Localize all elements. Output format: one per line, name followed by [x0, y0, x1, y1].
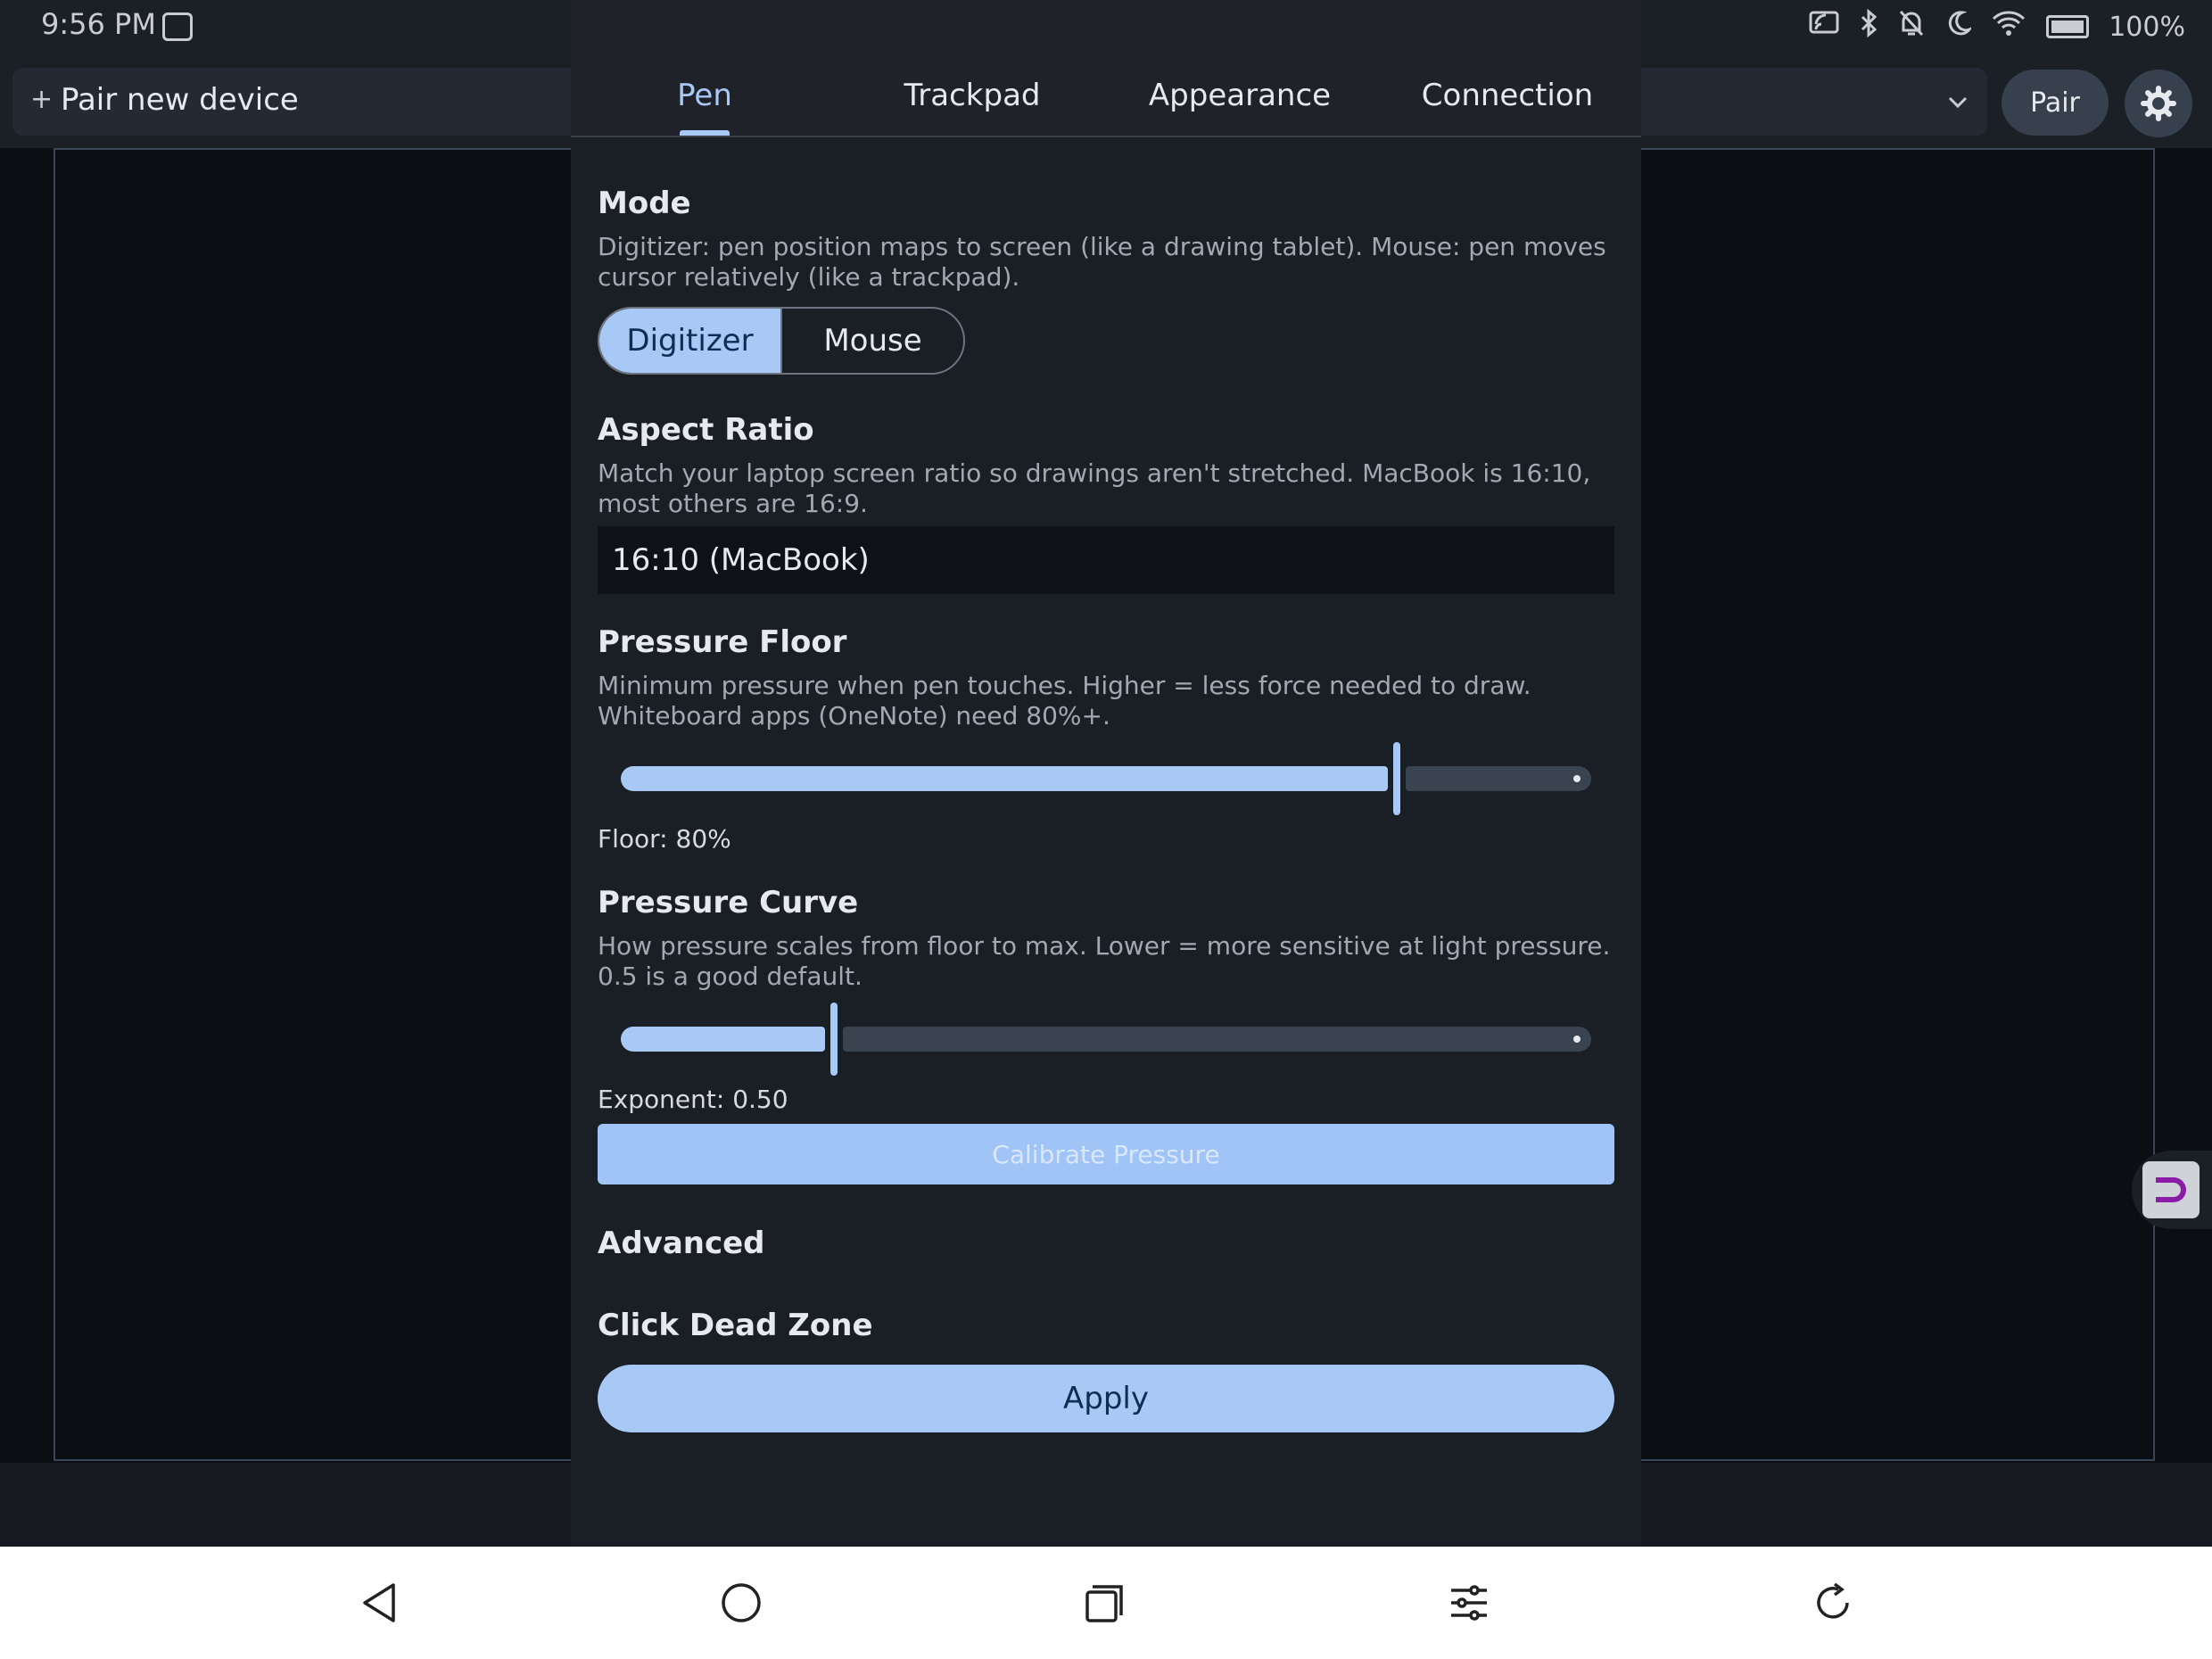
back-icon[interactable]: [357, 1581, 401, 1625]
calibrate-pressure-button[interactable]: Calibrate Pressure: [598, 1124, 1614, 1184]
battery-percent: 100%: [2109, 11, 2185, 43]
tab-connection[interactable]: Connection: [1374, 55, 1641, 136]
aspect-ratio-title: Aspect Ratio: [598, 412, 814, 448]
plus-icon: +: [30, 84, 54, 115]
pressure-floor-description: Minimum pressure when pen touches. Highe…: [598, 671, 1531, 730]
tab-trackpad[interactable]: Trackpad: [838, 55, 1106, 136]
slider-thumb[interactable]: [1393, 742, 1400, 815]
home-icon[interactable]: [719, 1581, 763, 1625]
mode-description: Digitizer: pen position maps to screen (…: [598, 232, 1606, 292]
pressure-floor-slider[interactable]: [621, 742, 1591, 815]
pressure-curve-title: Pressure Curve: [598, 885, 859, 920]
slider-track: [1406, 766, 1591, 791]
pressure-curve-slider[interactable]: [621, 1003, 1591, 1076]
bell-off-icon: [1898, 9, 1925, 45]
settings-button[interactable]: [2125, 70, 2192, 137]
status-icons: 100%: [1809, 8, 2185, 45]
mode-title: Mode: [598, 186, 691, 221]
rotate-icon[interactable]: [1811, 1581, 1855, 1625]
pair-device-label: Pair new device: [61, 82, 299, 118]
click-dead-zone-title: Click Dead Zone: [598, 1308, 873, 1343]
mode-segmented-control: Digitizer Mouse: [598, 307, 965, 375]
mode-option-digitizer[interactable]: Digitizer: [599, 309, 782, 373]
apply-button[interactable]: Apply: [598, 1365, 1614, 1432]
moon-icon: [1944, 10, 1974, 44]
bluetooth-icon: [1859, 8, 1878, 45]
recents-icon[interactable]: [1083, 1581, 1127, 1625]
slider-fill: [621, 766, 1388, 791]
pressure-floor-title: Pressure Floor: [598, 624, 847, 660]
gear-icon: [2141, 86, 2176, 121]
tab-pen[interactable]: Pen: [571, 55, 838, 136]
pressure-curve-value: Exponent: 0.50: [598, 1085, 788, 1114]
panel-top: [571, 0, 1641, 55]
mode-option-mouse[interactable]: Mouse: [782, 309, 963, 373]
battery-icon: [2046, 15, 2090, 38]
slider-end-dot: [1573, 1036, 1581, 1043]
chevron-down-icon[interactable]: [1946, 87, 1969, 117]
slider-thumb[interactable]: [830, 1003, 838, 1076]
slider-fill: [621, 1027, 825, 1052]
status-time: 9:56 PM: [41, 7, 156, 41]
slider-end-dot: [1573, 775, 1581, 782]
pair-button[interactable]: Pair: [2002, 70, 2109, 136]
advanced-section-title[interactable]: Advanced: [598, 1226, 765, 1261]
wifi-icon: [1991, 10, 2026, 44]
aspect-ratio-description: Match your laptop screen ratio so drawin…: [598, 458, 1591, 518]
aspect-ratio-select[interactable]: 16:10 (MacBook): [598, 526, 1614, 594]
sliders-icon[interactable]: [1447, 1581, 1491, 1625]
cast-icon: [1809, 10, 1839, 44]
pressure-curve-description: How pressure scales from floor to max. L…: [598, 931, 1611, 991]
settings-tabs: Pen Trackpad Appearance Connection: [571, 55, 1641, 137]
app-logo-icon[interactable]: [2142, 1161, 2200, 1218]
app-icon: [162, 12, 193, 41]
slider-track: [843, 1027, 1591, 1052]
pressure-floor-value: Floor: 80%: [598, 824, 731, 854]
tab-appearance[interactable]: Appearance: [1106, 55, 1374, 136]
